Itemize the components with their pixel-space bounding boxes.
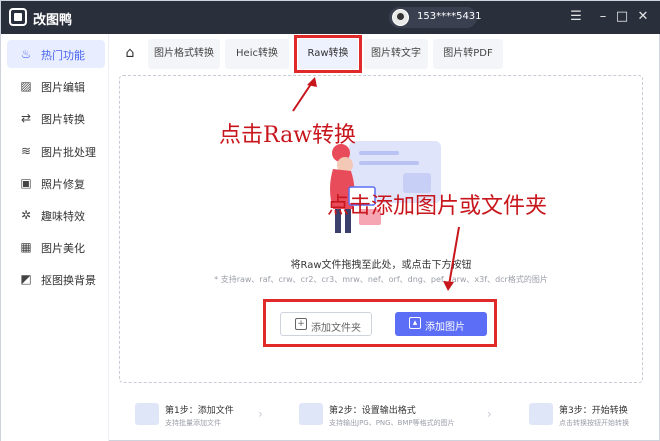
sidebar-item-label: 图片批处理 [41, 146, 96, 159]
sidebar-item-label: 趣味特效 [41, 210, 85, 223]
step-desc: 支持批量添加文件 [165, 419, 221, 427]
sidebar-item-effects[interactable]: ✲ 趣味特效 [7, 201, 105, 229]
tab-heic[interactable]: Heic转换 [225, 39, 289, 69]
sidebar-item-hot[interactable]: ♨ 热门功能 [7, 40, 105, 68]
chevron-right-icon: › [487, 407, 492, 421]
step-title: 第1步：添加文件 [165, 406, 234, 416]
sidebar-item-label: 抠图换背景 [41, 274, 96, 287]
avatar [392, 9, 409, 26]
drop-instruction: 将Raw文件拖拽至此处，或点击下方按钮 [290, 260, 472, 271]
minimize-icon[interactable]: – [593, 7, 613, 27]
sidebar-item-label: 图片编辑 [41, 81, 85, 94]
beautify-icon: ▦ [20, 240, 32, 254]
annotation-click-add: 点击添加图片或文件夹 [327, 194, 548, 219]
annotation-click-raw: 点击Raw转换 [219, 123, 357, 148]
app-title: 改图鸭 [33, 13, 73, 28]
app-window: 改图鸭 153****5431 ☰ – □ ✕ ♨ 热门功能 ▨ 图片编辑 ⇄ … [0, 0, 660, 441]
sidebar-item-beautify[interactable]: ▦ 图片美化 [7, 233, 105, 261]
image-icon: ▴ [409, 317, 421, 329]
repair-icon: ▣ [20, 176, 32, 190]
user-phone: 153****5431 [417, 11, 482, 22]
step-title: 第3步：开始转换 [559, 406, 628, 416]
tab-image-to-pdf[interactable]: 图片转PDF [433, 39, 503, 69]
sidebar-item-photo-repair[interactable]: ▣ 照片修复 [7, 169, 105, 197]
flame-icon: ♨ [20, 47, 32, 61]
add-image-button[interactable]: ▴ 添加图片 [395, 312, 487, 336]
add-file-icon [135, 403, 159, 425]
close-icon[interactable]: ✕ [633, 7, 653, 27]
step-desc: 支持输出JPG、PNG、BMP等格式的图片 [329, 419, 455, 427]
sidebar-item-label: 图片美化 [41, 242, 85, 255]
menu-icon[interactable]: ☰ [566, 7, 586, 27]
sidebar-item-label: 热门功能 [41, 49, 85, 62]
add-folder-button[interactable]: + 添加文件夹 [280, 312, 372, 336]
add-folder-label: 添加文件夹 [311, 323, 361, 334]
sidebar-item-label: 图片转换 [41, 113, 85, 126]
image-edit-icon: ▨ [20, 79, 32, 93]
add-image-label: 添加图片 [425, 322, 465, 333]
sidebar-item-batch[interactable]: ≋ 图片批处理 [7, 137, 105, 165]
settings-icon [299, 403, 323, 425]
raw-tab-highlight [294, 35, 362, 73]
app-logo-icon [9, 8, 27, 26]
tab-image-format[interactable]: 图片格式转换 [148, 39, 220, 69]
title-bar: 改图鸭 153****5431 ☰ – □ ✕ [1, 1, 660, 34]
supported-formats: * 支持raw、raf、crw、cr2、cr3、mrw、nef、orf、dng、… [214, 275, 548, 284]
home-icon[interactable]: ⌂ [122, 45, 138, 61]
convert-start-icon [529, 403, 553, 425]
sparkle-icon: ✲ [20, 208, 32, 222]
sidebar-item-image-edit[interactable]: ▨ 图片编辑 [7, 72, 105, 100]
chevron-right-icon: › [258, 407, 263, 421]
cutout-icon: ◩ [20, 272, 32, 286]
tab-image-to-text[interactable]: 图片转文字 [364, 39, 428, 69]
step-desc: 点击转换按钮开始转换 [559, 419, 629, 427]
batch-icon: ≋ [20, 144, 32, 158]
sidebar: ♨ 热门功能 ▨ 图片编辑 ⇄ 图片转换 ≋ 图片批处理 ▣ 照片修复 ✲ 趣味… [1, 34, 109, 441]
step-title: 第2步：设置输出格式 [329, 406, 416, 416]
maximize-icon[interactable]: □ [612, 7, 632, 27]
sidebar-item-label: 照片修复 [41, 178, 85, 191]
add-folder-icon: + [295, 318, 307, 330]
user-account[interactable]: 153****5431 [389, 7, 482, 28]
sidebar-item-cutout[interactable]: ◩ 抠图换背景 [7, 265, 105, 293]
sidebar-item-image-convert[interactable]: ⇄ 图片转换 [7, 104, 105, 132]
convert-icon: ⇄ [20, 111, 32, 125]
